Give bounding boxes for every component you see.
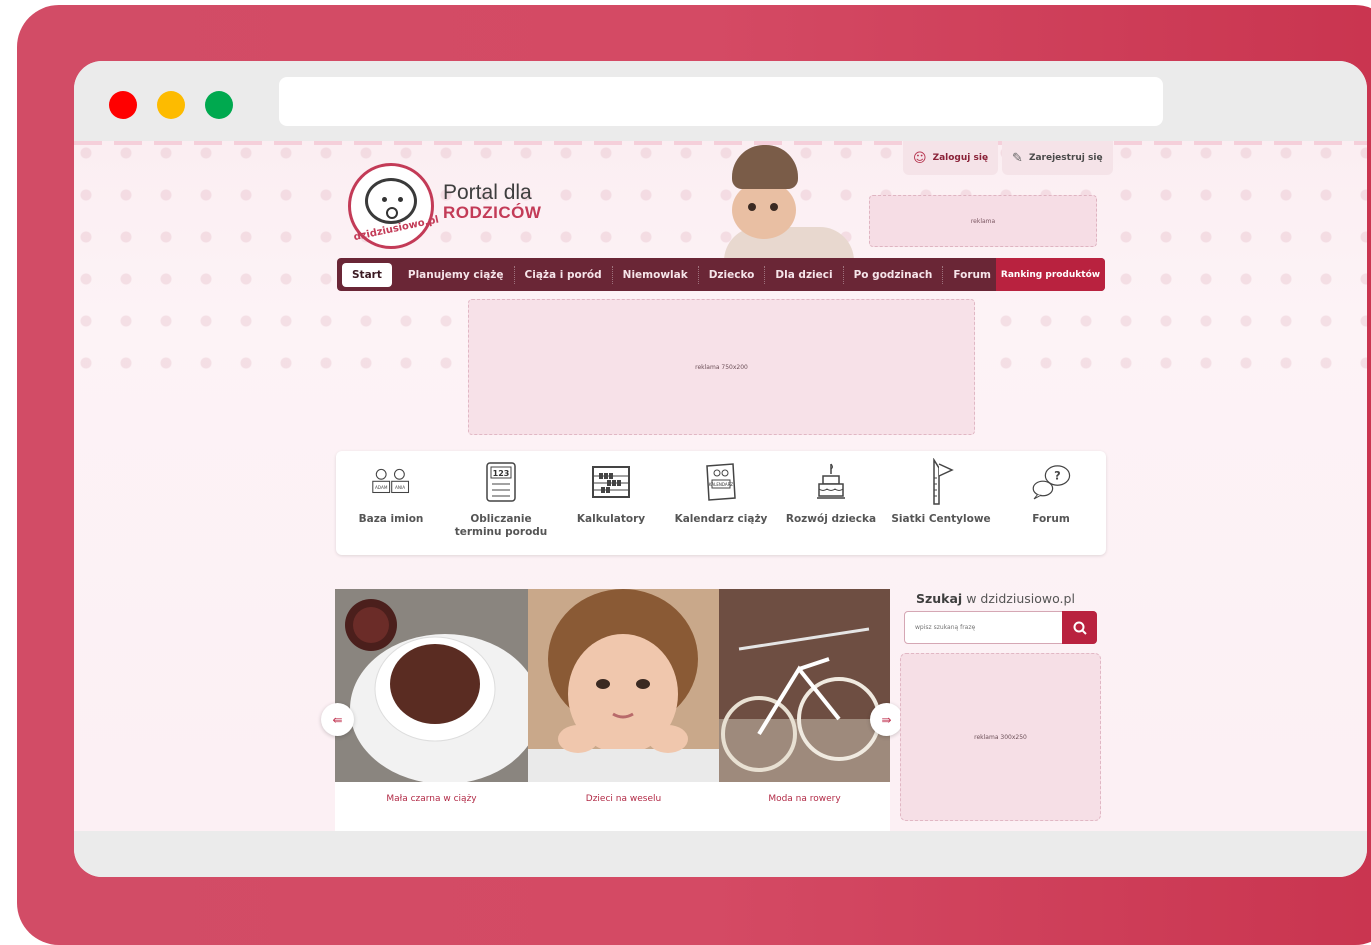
tool-obliczanie-terminu-porodu[interactable]: 123 Obliczanie terminu porodu (451, 461, 551, 539)
search-title-bold: Szukaj (916, 591, 963, 606)
baby-face-icon (365, 178, 417, 224)
nav-item-dziecko[interactable]: Dziecko (699, 265, 766, 284)
speech-bubbles-icon: ? (1030, 461, 1072, 503)
tools-bar: ADAM ANIA Baza imion 123 Obliczanie term… (336, 451, 1106, 555)
search-title-rest: w dzidziusiowo.pl (966, 591, 1075, 606)
tool-label: Kalkulatory (576, 513, 646, 525)
nav-item-po-godzinach[interactable]: Po godzinach (844, 265, 944, 284)
site-logo[interactable]: dzidziusiowo.pl (348, 163, 440, 249)
minimize-window-button[interactable] (157, 91, 185, 119)
arrow-left-icon: ⇚ (332, 712, 343, 727)
maximize-window-button[interactable] (205, 91, 233, 119)
main-navigation: Start Planujemy ciążę Ciąża i poród Niem… (337, 258, 1105, 291)
tool-label: Kalendarz ciąży (674, 513, 768, 525)
slide-caption[interactable]: Mała czarna w ciąży (335, 794, 528, 804)
name-tag-ania: ANIA (395, 485, 405, 490)
slider-next-button[interactable]: ⇛ (870, 703, 903, 736)
search-title: Szukaj w dzidziusiowo.pl (916, 591, 1075, 606)
window-bottom-bar (74, 831, 1367, 877)
ad-side[interactable]: reklama 300x250 (900, 653, 1101, 821)
login-link[interactable]: ☺ Zaloguj się (903, 141, 999, 175)
header-baby-image (724, 141, 854, 261)
slide-caption[interactable]: Dzieci na weselu (528, 794, 719, 804)
portal-title: Portal dla (443, 181, 532, 204)
baby-face (732, 181, 796, 239)
register-link[interactable]: ✎ Zarejestruj się (1002, 141, 1113, 175)
nav-item-start[interactable]: Start (342, 262, 392, 287)
slider-captions: Mała czarna w ciąży Dzieci na weselu Mod… (335, 782, 890, 831)
nav-item-forum[interactable]: Forum (943, 265, 1002, 284)
tool-kalendarz-ciazy[interactable]: KALENDARZ Kalendarz ciąży (671, 461, 771, 526)
tool-forum[interactable]: ? Forum (1001, 461, 1101, 526)
tool-rozwoj-dziecka[interactable]: Rozwój dziecka (781, 461, 881, 526)
register-label: Zarejestruj się (1028, 153, 1103, 163)
tool-baza-imion[interactable]: ADAM ANIA Baza imion (341, 461, 441, 526)
nav-item-planujemy-ciaze[interactable]: Planujemy ciążę (398, 265, 515, 284)
article-slider: Mała czarna w ciąży Dzieci na weselu Mod… (335, 589, 890, 831)
tool-label: Baza imion (358, 513, 424, 525)
nav-item-niemowlak[interactable]: Niemowlak (613, 265, 699, 284)
ad-small[interactable]: reklama (869, 195, 1097, 247)
tool-label: Forum (1032, 513, 1070, 525)
slide-image-child[interactable] (528, 589, 719, 782)
logo-eye-left (382, 197, 387, 202)
tool-label: Rozwój dziecka (785, 513, 877, 525)
ad-banner[interactable]: reklama 750x200 (468, 299, 975, 435)
browser-window: dzidziusiowo.pl Portal dla RODZICÓW ☺ Za… (74, 61, 1367, 877)
baby-hat (732, 145, 798, 189)
decorative-top-border (74, 141, 1367, 145)
user-icon: ☺ (913, 150, 927, 166)
growth-chart-icon (920, 458, 962, 505)
name-tag-adam: ADAM (375, 485, 388, 490)
tool-kalkulatory[interactable]: Kalkulatory (561, 461, 661, 526)
slider-prev-button[interactable]: ⇚ (321, 703, 354, 736)
search-form (904, 611, 1097, 644)
calendar-book-label: KALENDARZ (709, 482, 734, 487)
calculator-icon: 123 (480, 461, 522, 503)
arrow-right-icon: ⇛ (881, 712, 892, 727)
name-tags-icon: ADAM ANIA (370, 461, 412, 503)
svg-text:?: ? (1054, 470, 1061, 483)
baby-eye-right (770, 203, 778, 211)
search-input[interactable] (905, 612, 1063, 643)
user-links: ☺ Zaloguj się ✎ Zarejestruj się (903, 141, 1113, 175)
tool-label: Siatki Centylowe (891, 513, 991, 525)
logo-eye-right (398, 197, 403, 202)
abacus-icon (590, 461, 632, 503)
nav-item-dla-dzieci[interactable]: Dla dzieci (765, 265, 844, 284)
close-window-button[interactable] (109, 91, 137, 119)
search-button[interactable] (1062, 611, 1097, 644)
title-bar (74, 61, 1367, 141)
pencil-icon: ✎ (1012, 150, 1023, 166)
ranking-produktow-button[interactable]: Ranking produktów (996, 258, 1105, 291)
tool-siatki-centylowe[interactable]: Siatki Centylowe (891, 458, 991, 526)
pacifier-icon (386, 207, 398, 219)
tool-label: Obliczanie terminu porodu (454, 513, 548, 538)
address-bar[interactable] (279, 77, 1163, 126)
calendar-book-icon: KALENDARZ (700, 461, 742, 503)
slide-caption[interactable]: Moda na rowery (719, 794, 890, 804)
calculator-display: 123 (493, 469, 510, 478)
baby-eye-left (748, 203, 756, 211)
portal-subtitle: RODZICÓW (443, 203, 542, 222)
page-viewport: dzidziusiowo.pl Portal dla RODZICÓW ☺ Za… (74, 141, 1367, 831)
slide-image-bicycles[interactable] (719, 589, 890, 782)
login-label: Zaloguj się (932, 153, 989, 163)
nav-item-ciaza-i-porod[interactable]: Ciąża i poród (515, 265, 613, 284)
search-icon (1073, 621, 1087, 635)
birthday-cake-icon (810, 461, 852, 503)
slide-image-coffee[interactable] (335, 589, 528, 782)
